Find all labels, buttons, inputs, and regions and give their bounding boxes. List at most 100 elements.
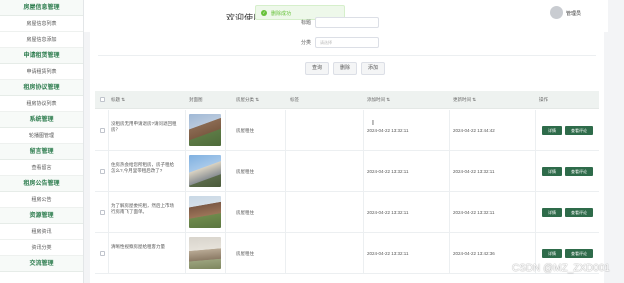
add-button[interactable]: 添加: [361, 62, 385, 75]
table-header: 标题 ⇅ 封面图 房屋分类 ⇅ 标签 添加时间 ⇅ 更新时间 ⇅ 操作: [95, 91, 599, 109]
column-divider: [363, 233, 364, 273]
column-divider: [185, 192, 186, 232]
column-divider: [535, 192, 536, 232]
menu-group-head[interactable]: 系统管理: [0, 112, 83, 128]
query-button[interactable]: 查询: [305, 62, 329, 75]
column-divider: [108, 233, 109, 273]
row-title: 住房热会给您所租房，房子租给怎么?,今月里带租后改了?: [111, 162, 174, 173]
menu-group-head[interactable]: 留言管理: [0, 144, 83, 160]
th-updated[interactable]: 更新时间 ⇅: [453, 97, 476, 103]
menu-group: 资源管理 租房资讯 资讯分类: [0, 208, 83, 256]
column-divider: [185, 110, 186, 150]
row-updated-time: 2024-04-22 13:42:36: [453, 251, 495, 256]
row-added-time: 2024-04-22 13:32:11: [367, 169, 409, 174]
cover-image: [189, 237, 221, 269]
row-checkbox[interactable]: [100, 251, 105, 256]
th-actions: 操作: [539, 97, 548, 102]
text-cursor-icon: I: [372, 120, 374, 127]
main-panel: 标题 分类 查询 删除 添加 标题 ⇅ 封面图 房屋分类 ⇅ 标签 添加时间 ⇅…: [90, 17, 604, 283]
column-divider: [363, 192, 364, 232]
th-tags: 标签: [290, 97, 299, 102]
row-title: 清晰性视察房屋给租客力量: [111, 244, 165, 249]
view-comments-button[interactable]: 查看评论: [565, 167, 593, 176]
column-divider: [535, 151, 536, 191]
page-edge: [608, 0, 624, 283]
row-category: 房屋租住: [236, 210, 254, 215]
divider: [98, 55, 596, 56]
row-checkbox[interactable]: [100, 128, 105, 133]
menu-group-head[interactable]: 资源管理: [0, 208, 83, 224]
menu-item[interactable]: 资讯分类: [0, 240, 83, 256]
menu-item[interactable]: 轮播图管理: [0, 128, 83, 144]
data-table: 标题 ⇅ 封面图 房屋分类 ⇅ 标签 添加时间 ⇅ 更新时间 ⇅ 操作 没租房无…: [95, 91, 599, 283]
row-checkbox[interactable]: [100, 169, 105, 174]
menu-group-head[interactable]: 租房协议管理: [0, 80, 83, 96]
column-divider: [285, 151, 286, 191]
menu-group: 交流管理: [0, 256, 83, 272]
column-divider: [449, 110, 450, 150]
menu-group-head[interactable]: 申请租赁管理: [0, 48, 83, 64]
menu-item[interactable]: 房屋信息添加: [0, 32, 83, 48]
select-all-checkbox[interactable]: [100, 97, 105, 102]
view-comments-button[interactable]: 查看评论: [565, 208, 593, 217]
column-divider: [225, 192, 226, 232]
column-divider: [225, 110, 226, 150]
menu-group: 房屋信息管理 房屋信息列表 房屋信息添加: [0, 0, 83, 48]
detail-button[interactable]: 详情: [542, 126, 562, 135]
column-divider: [108, 192, 109, 232]
detail-button[interactable]: 详情: [542, 167, 562, 176]
watermark: CSDN @MZ_ZXD001: [512, 263, 610, 274]
column-divider: [363, 151, 364, 191]
row-title: 为了解房屋委托租，然后上市场行房南飞了面单。: [111, 203, 174, 214]
view-comments-button[interactable]: 查看评论: [565, 249, 593, 258]
menu-item[interactable]: 查看留言: [0, 160, 83, 176]
menu-group-head[interactable]: 租房公告管理: [0, 176, 83, 192]
table-row: 为了解房屋委托租，然后上市场行房南飞了面单。 房屋租住 2024-04-22 13:…: [95, 192, 599, 233]
sidebar: 房屋信息管理 房屋信息列表 房屋信息添加 申请租赁管理 申请租赁列表 租房协议管理 租房协议…: [0, 0, 84, 283]
row-updated-time: 2024-04-22 13:32:11: [453, 169, 495, 174]
row-added-time: 2024-04-22 13:32:11: [367, 128, 409, 133]
column-divider: [225, 233, 226, 273]
menu-item[interactable]: 租房资讯: [0, 224, 83, 240]
column-divider: [225, 151, 226, 191]
column-divider: [363, 110, 364, 150]
row-category: 房屋租住: [236, 128, 254, 133]
row-title: 没租房无用申请退房?请问退回租房？: [111, 121, 177, 132]
th-category[interactable]: 房屋分类 ⇅: [236, 97, 259, 103]
row-checkbox[interactable]: [100, 210, 105, 215]
menu-group: 留言管理 查看留言: [0, 144, 83, 176]
table-row: 住房热会给您所租房，房子租给怎么?,今月里带租后改了? 房屋租住 2024-04-2…: [95, 151, 599, 192]
menu-group-head[interactable]: 交流管理: [0, 256, 83, 272]
detail-button[interactable]: 详情: [542, 208, 562, 217]
title-filter-input[interactable]: [315, 17, 379, 28]
delete-button[interactable]: 删除: [333, 62, 357, 75]
table-row: 没租房无用申请退房?请问退回租房？ 房屋租住 2024-04-22 13:32:11…: [95, 110, 599, 151]
menu-item[interactable]: 房屋信息列表: [0, 16, 83, 32]
column-divider: [108, 110, 109, 150]
cover-image: [189, 196, 221, 228]
column-divider: [285, 233, 286, 273]
user-name[interactable]: 管理员: [566, 10, 581, 17]
menu-item[interactable]: 租房协议列表: [0, 96, 83, 112]
menu-group: 系统管理 轮播图管理: [0, 112, 83, 144]
column-divider: [535, 110, 536, 150]
menu-group: 申请租赁管理 申请租赁列表: [0, 48, 83, 80]
detail-button[interactable]: 详情: [542, 249, 562, 258]
row-updated-time: 2024-04-22 13:44:42: [453, 128, 495, 133]
view-comments-button[interactable]: 查看评论: [565, 126, 593, 135]
menu-group-head[interactable]: 房屋信息管理: [0, 0, 83, 16]
check-circle-icon: ✓: [261, 10, 267, 16]
column-divider: [285, 110, 286, 150]
menu-group: 租房协议管理 租房协议列表: [0, 80, 83, 112]
category-filter-input[interactable]: [315, 37, 379, 48]
column-divider: [108, 151, 109, 191]
category-filter-label: 分类: [300, 40, 311, 46]
avatar[interactable]: [550, 6, 563, 19]
menu-item[interactable]: 租房公告: [0, 192, 83, 208]
th-added[interactable]: 添加时间 ⇅: [367, 97, 390, 103]
th-title[interactable]: 标题 ⇅: [111, 97, 125, 103]
menu-item[interactable]: 申请租赁列表: [0, 64, 83, 80]
column-divider: [449, 233, 450, 273]
column-divider: [449, 192, 450, 232]
title-filter-label: 标题: [300, 20, 311, 26]
